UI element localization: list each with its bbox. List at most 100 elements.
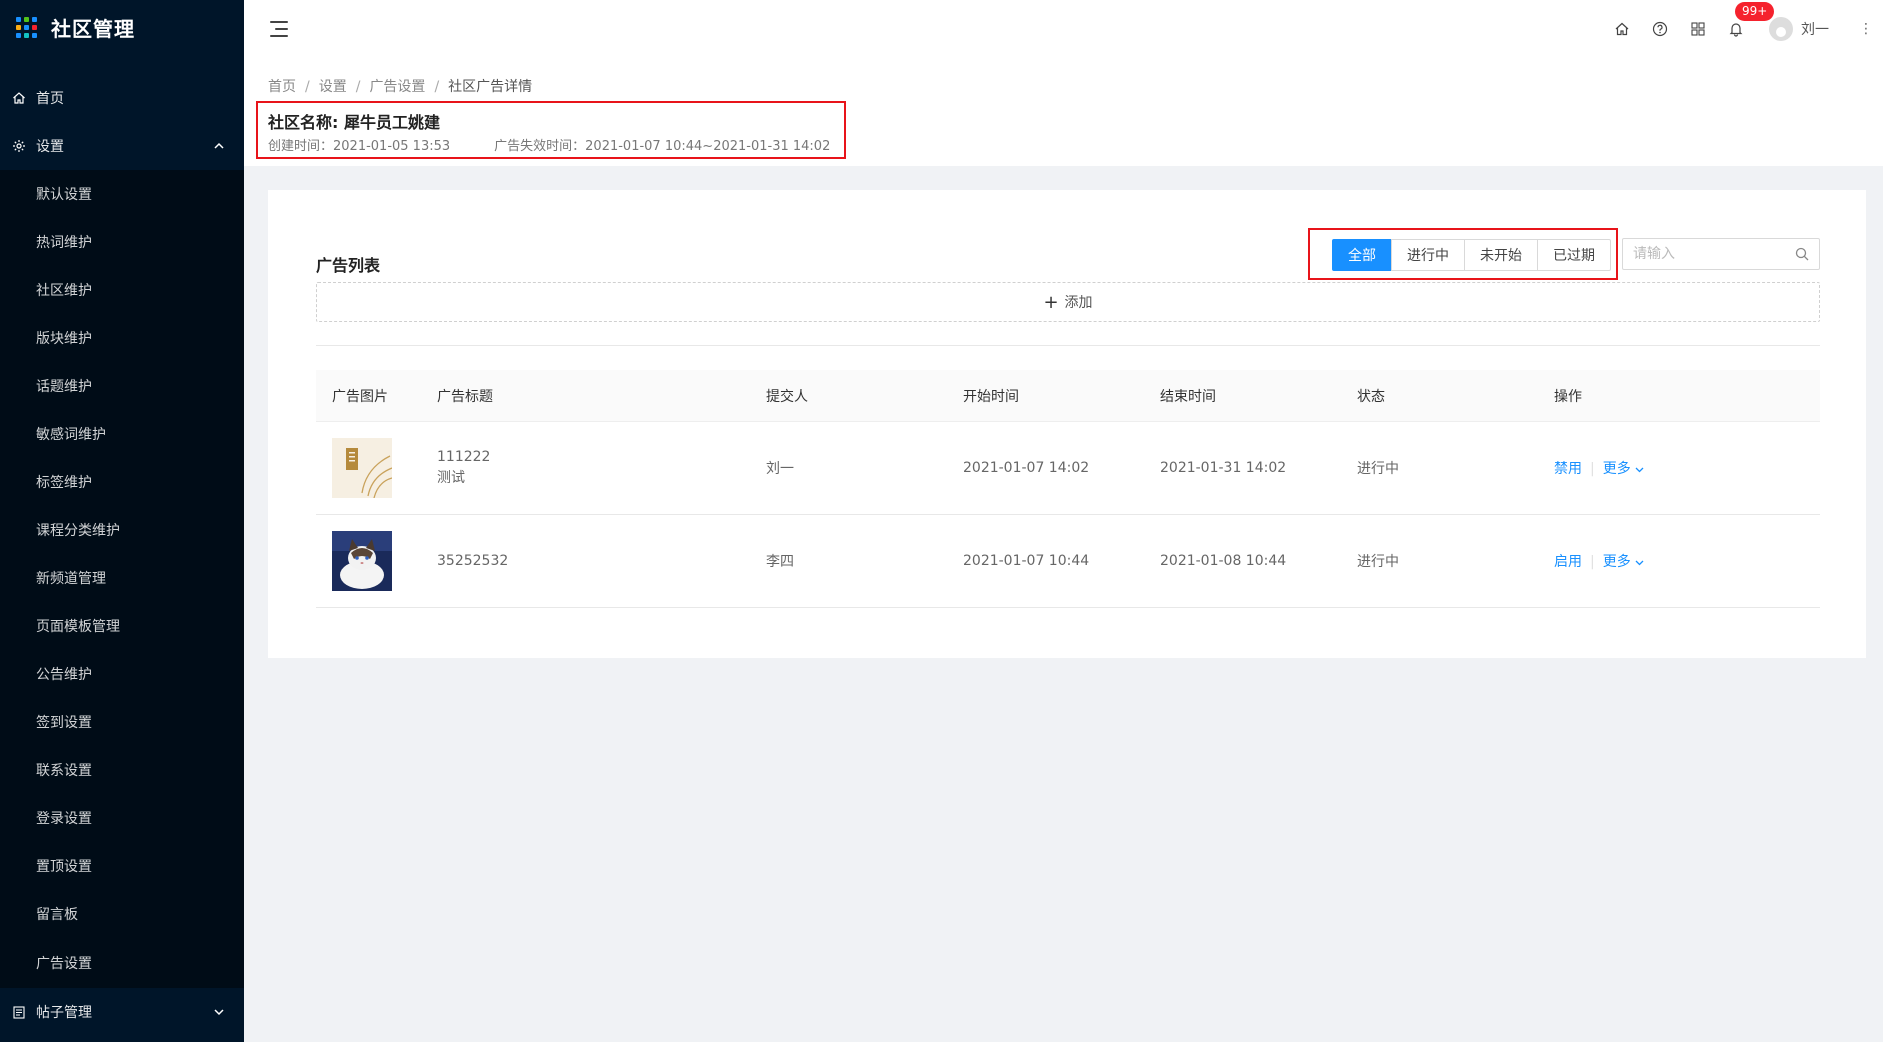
breadcrumb-ad-settings[interactable]: 广告设置: [369, 79, 425, 95]
search-box: [1622, 238, 1820, 270]
community-name-label: 社区名称:: [268, 113, 339, 132]
app-grid-icon[interactable]: [1679, 22, 1717, 36]
col-start: 开始时间: [963, 388, 1019, 405]
ad-title-cell: 35252532: [437, 553, 766, 569]
ad-image-cell: [316, 438, 437, 498]
sidebar-item-channel[interactable]: 新频道管理: [0, 554, 244, 602]
chevron-down-icon: [214, 1005, 224, 1019]
document-icon: [12, 1005, 26, 1019]
table-header: 广告图片 广告标题 提交人 开始时间 结束时间 状态 操作: [316, 370, 1820, 422]
sidebar-item-home[interactable]: 首页: [0, 74, 244, 122]
sidebar-item-default-settings[interactable]: 默认设置: [0, 170, 244, 218]
chevron-up-icon: [214, 139, 224, 153]
end-time: 2021-01-31 14:02: [1160, 460, 1287, 476]
sidebar-item-login[interactable]: 登录设置: [0, 794, 244, 842]
chevron-down-icon: [1635, 461, 1644, 477]
col-end: 结束时间: [1160, 388, 1216, 405]
submitter: 李四: [766, 554, 794, 570]
question-icon[interactable]: [1641, 21, 1679, 37]
col-submitter: 提交人: [766, 388, 808, 405]
sidebar-item-course-category[interactable]: 课程分类维护: [0, 506, 244, 554]
start-time: 2021-01-07 14:02: [963, 460, 1090, 476]
add-label: 添加: [1064, 295, 1093, 311]
created-time: 创建时间：2021-01-05 13:53: [268, 139, 451, 154]
bell-icon[interactable]: 99+: [1717, 2, 1775, 37]
filter-not-started[interactable]: 未开始: [1464, 239, 1538, 271]
sidebar-item-ad-settings[interactable]: 广告设置: [0, 938, 244, 988]
ad-list-card: 广告列表 全部 进行中 未开始 已过期 + 添加 广告图片 广告标题 提交人 开…: [268, 190, 1866, 658]
sidebar-item-sensitive-words[interactable]: 敏感词维护: [0, 410, 244, 458]
status-text: 进行中: [1357, 554, 1399, 570]
home-icon: [12, 91, 26, 105]
plus-icon: +: [1043, 291, 1059, 313]
username[interactable]: 刘一: [1801, 19, 1829, 39]
sidebar-item-pin[interactable]: 置顶设置: [0, 842, 244, 890]
notification-badge: 99+: [1735, 2, 1775, 21]
table-row: 35252532 李四 2021-01-07 10:44 2021-01-08 …: [316, 515, 1820, 608]
ad-thumbnail[interactable]: [332, 531, 392, 591]
breadcrumb-home[interactable]: 首页: [268, 79, 296, 95]
more-dropdown[interactable]: 更多: [1603, 554, 1644, 570]
status-text: 进行中: [1357, 461, 1399, 477]
enable-link[interactable]: 启用: [1554, 554, 1582, 570]
ad-table: 广告图片 广告标题 提交人 开始时间 结束时间 状态 操作 111222 测试 …: [316, 370, 1820, 608]
search-icon[interactable]: [1795, 247, 1809, 265]
status-filter-group: 全部 进行中 未开始 已过期: [1332, 239, 1611, 271]
community-meta: 创建时间：2021-01-05 13:53 广告失效时间：2021-01-07 1…: [268, 135, 830, 154]
sidebar-item-tags[interactable]: 标签维护: [0, 458, 244, 506]
app-logo[interactable]: 社区管理: [0, 0, 244, 54]
ad-thumbnail[interactable]: [332, 438, 392, 498]
sidebar-item-section[interactable]: 版块维护: [0, 314, 244, 362]
sidebar-item-page-template[interactable]: 页面模板管理: [0, 602, 244, 650]
end-time: 2021-01-08 10:44: [1160, 553, 1287, 569]
disable-link[interactable]: 禁用: [1554, 461, 1582, 477]
col-actions: 操作: [1554, 388, 1582, 405]
sidebar-item-label: 设置: [36, 139, 64, 155]
filter-all[interactable]: 全部: [1332, 239, 1392, 271]
sidebar-item-posts[interactable]: 帖子管理: [0, 988, 244, 1036]
breadcrumb-settings[interactable]: 设置: [319, 79, 347, 95]
more-label: 更多: [1602, 554, 1631, 570]
community-name: 犀牛员工姚建: [343, 113, 440, 132]
sidebar-item-topic[interactable]: 话题维护: [0, 362, 244, 410]
add-ad-button[interactable]: + 添加: [316, 282, 1820, 322]
home-icon[interactable]: [1603, 21, 1641, 37]
filter-expired[interactable]: 已过期: [1537, 239, 1611, 271]
community-info-highlight: 社区名称: 犀牛员工姚建 创建时间：2021-01-05 13:53 广告失效时间…: [256, 101, 846, 159]
sidebar-item-message-board[interactable]: 留言板: [0, 890, 244, 938]
settings-submenu: 默认设置 热词维护 社区维护 版块维护 话题维护 敏感词维护 标签维护 课程分类…: [0, 170, 244, 988]
avatar-icon[interactable]: [1769, 17, 1793, 41]
search-input[interactable]: [1623, 239, 1783, 269]
ad-subtitle: 测试: [437, 470, 465, 486]
chevron-down-icon: [1635, 554, 1644, 570]
top-header: 99+ 刘一 ⋮: [244, 0, 1883, 58]
start-time: 2021-01-07 10:44: [963, 553, 1090, 569]
page-header: 首页 / 设置 / 广告设置 / 社区广告详情 社区名称: 犀牛员工姚建 创建时间：2021…: [244, 58, 1883, 166]
breadcrumb: 首页 / 设置 / 广告设置 / 社区广告详情: [268, 79, 533, 95]
sidebar: 社区管理 首页 设置 默认设置 热词维护 社区维护 版块维护 话题维护 敏感词维…: [0, 0, 244, 1042]
card-title: 广告列表: [316, 256, 381, 275]
app-title: 社区管理: [51, 16, 135, 41]
col-image: 广告图片: [332, 388, 388, 405]
actions-cell: 禁用 | 更多: [1554, 458, 1820, 478]
sidebar-item-community[interactable]: 社区维护: [0, 266, 244, 314]
action-divider: |: [1590, 554, 1595, 570]
actions-cell: 启用 | 更多: [1554, 551, 1820, 571]
col-title: 广告标题: [437, 388, 493, 405]
filter-in-progress[interactable]: 进行中: [1391, 239, 1465, 271]
action-divider: |: [1590, 461, 1595, 477]
sidebar-item-announcement[interactable]: 公告维护: [0, 650, 244, 698]
submitter: 刘一: [766, 461, 794, 477]
app-grid-logo-icon: [16, 16, 37, 38]
sidebar-item-checkin[interactable]: 签到设置: [0, 698, 244, 746]
sidebar-item-settings[interactable]: 设置: [0, 122, 244, 170]
ad-title: 111222: [437, 449, 491, 465]
more-dropdown[interactable]: 更多: [1603, 461, 1644, 477]
menu-fold-icon[interactable]: [270, 21, 288, 37]
ad-image-cell: [316, 531, 437, 591]
sidebar-item-hotword[interactable]: 热词维护: [0, 218, 244, 266]
sidebar-item-label: 首页: [36, 91, 64, 107]
sidebar-item-contact[interactable]: 联系设置: [0, 746, 244, 794]
more-label: 更多: [1602, 461, 1631, 477]
more-vertical-icon[interactable]: ⋮: [1859, 21, 1873, 37]
